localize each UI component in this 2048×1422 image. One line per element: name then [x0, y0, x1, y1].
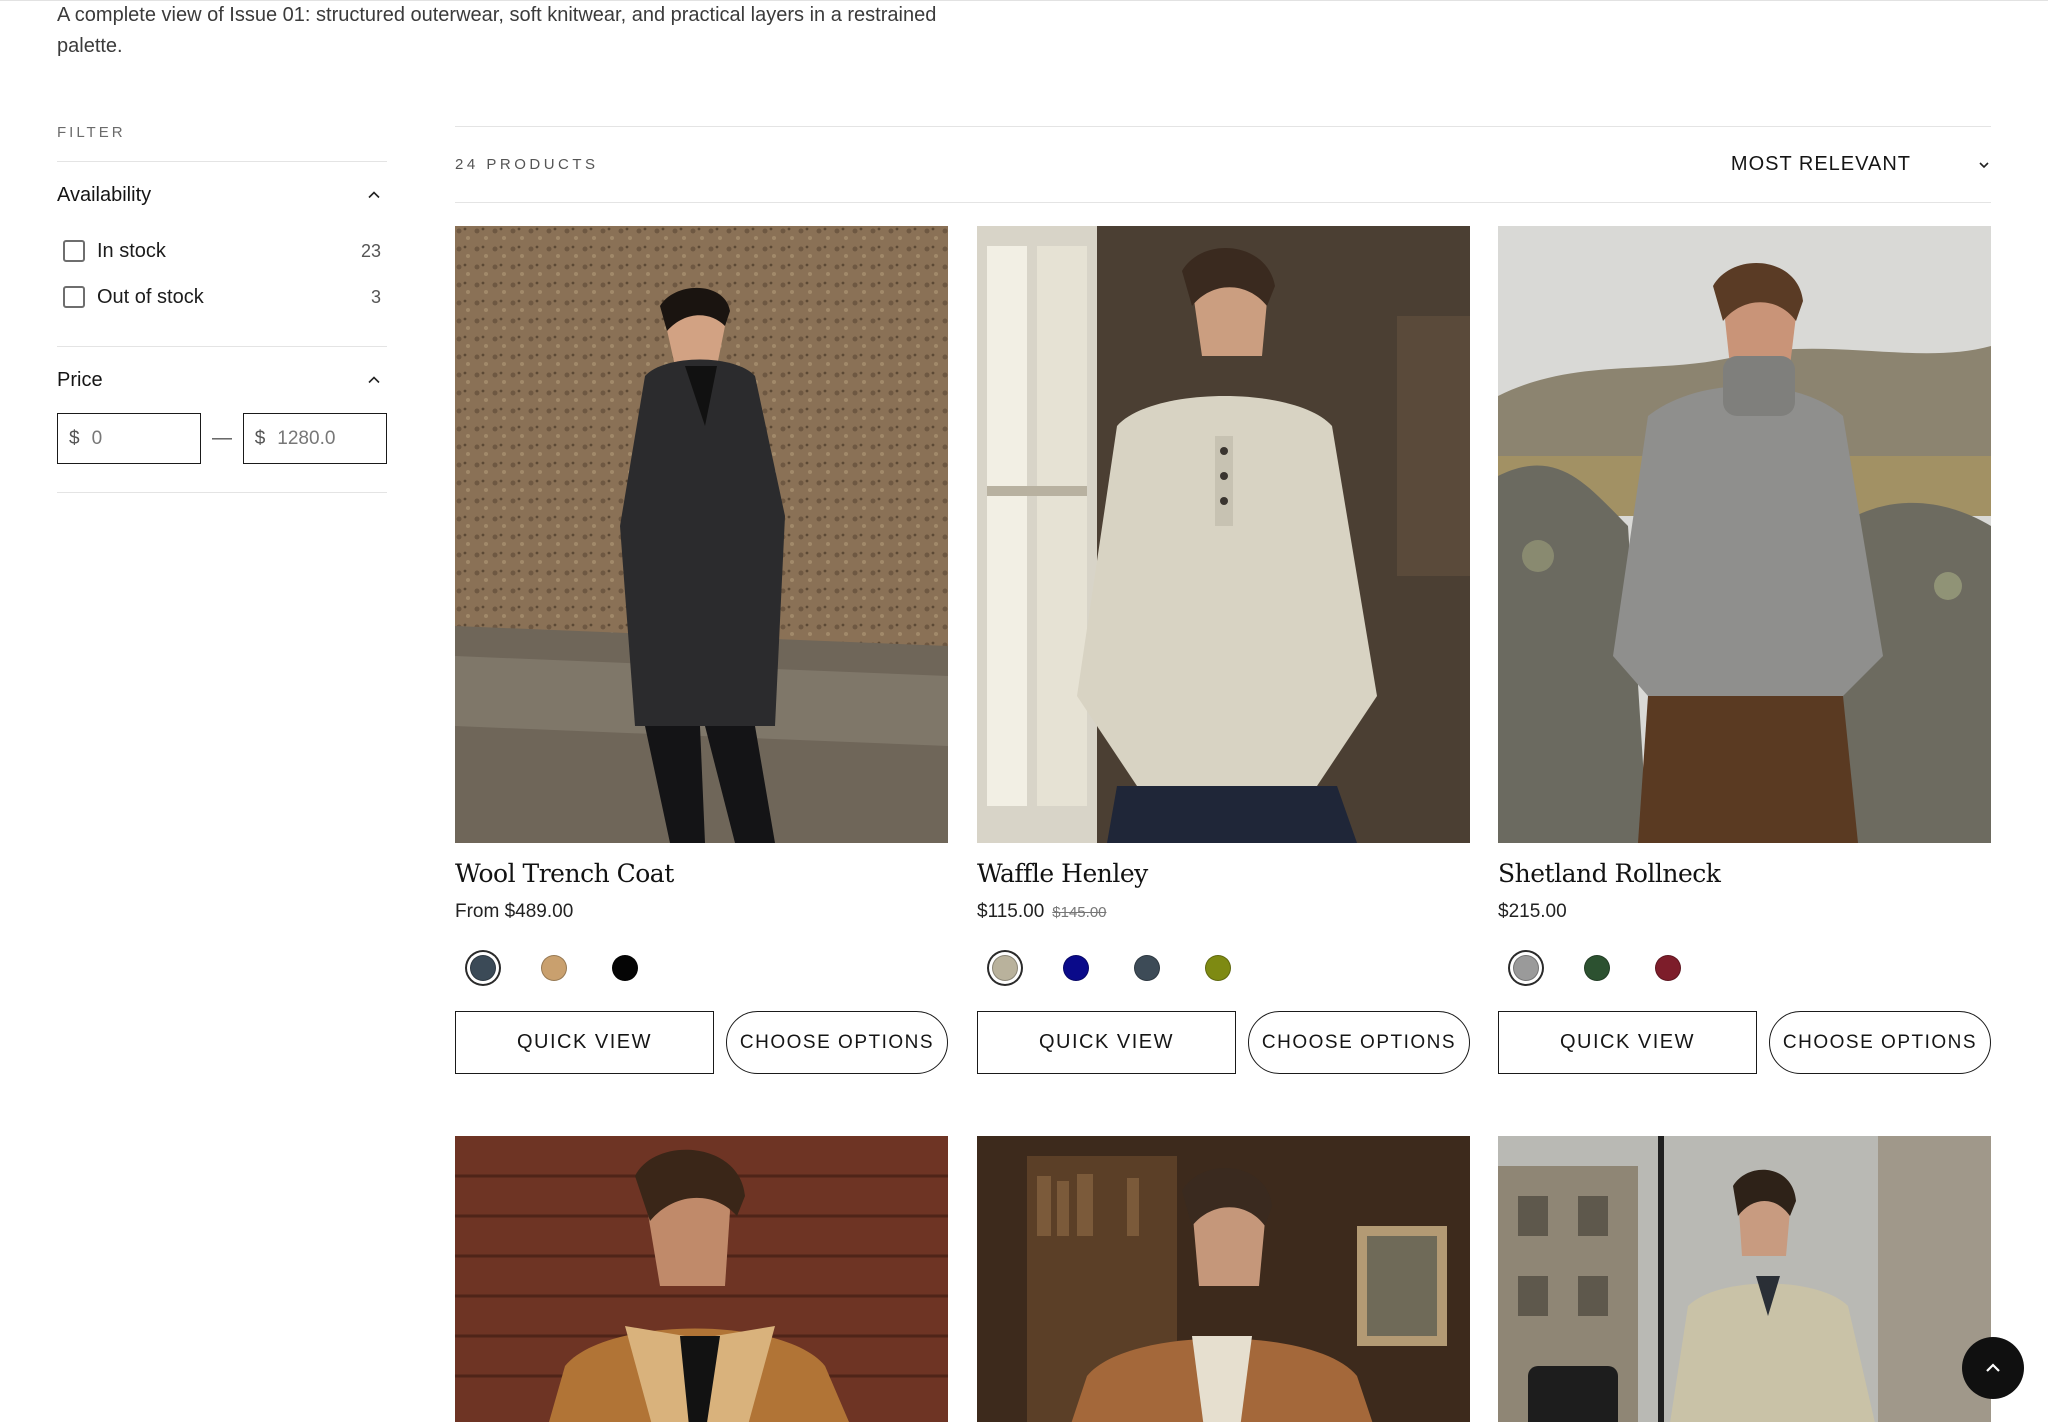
- color-swatch[interactable]: [1205, 955, 1231, 981]
- color-swatches: [977, 951, 1470, 985]
- sort-label: MOST RELEVANT: [1730, 153, 1911, 175]
- shawl-cardigan-photo: [977, 1136, 1470, 1422]
- color-swatch[interactable]: [470, 955, 496, 981]
- color-swatch[interactable]: [1584, 955, 1610, 981]
- option-count: 23: [360, 240, 381, 261]
- product-card: [455, 1136, 948, 1422]
- product-card: [977, 1136, 1470, 1422]
- shearling-jacket-photo: [455, 1136, 948, 1422]
- currency-symbol: $: [69, 427, 80, 449]
- price-max-field[interactable]: $ 1280.0: [242, 413, 387, 464]
- scroll-to-top-button[interactable]: [1962, 1337, 2024, 1399]
- availability-facet: Availability In stock 23 Out of stock 3: [57, 162, 387, 347]
- choose-options-button[interactable]: CHOOSE OPTIONS: [1769, 1011, 1991, 1074]
- product-image[interactable]: [1498, 1136, 1991, 1422]
- filter-sidebar: FILTER Availability In stock 23 Out of s…: [57, 124, 387, 493]
- product-count: 24 PRODUCTS: [455, 156, 599, 173]
- product-title[interactable]: Wool Trench Coat: [455, 859, 948, 893]
- product-image[interactable]: [977, 226, 1470, 843]
- product-title[interactable]: Shetland Rollneck: [1498, 859, 1991, 893]
- price-value: $115.00: [977, 901, 1045, 922]
- product-image[interactable]: [1498, 226, 1991, 843]
- color-swatch[interactable]: [1134, 955, 1160, 981]
- in-stock-checkbox[interactable]: [63, 240, 85, 262]
- price-min-placeholder: 0: [91, 427, 103, 449]
- product-image[interactable]: [977, 1136, 1470, 1422]
- card-actions: QUICK VIEW CHOOSE OPTIONS: [1498, 1011, 1991, 1074]
- product-card: [1498, 1136, 1991, 1422]
- quick-view-button[interactable]: QUICK VIEW: [455, 1011, 714, 1074]
- choose-options-button[interactable]: CHOOSE OPTIONS: [726, 1011, 948, 1074]
- filter-option-out-of-stock[interactable]: Out of stock 3: [57, 274, 387, 320]
- product-image[interactable]: [455, 1136, 948, 1422]
- chevron-up-icon: [1986, 1363, 2000, 1372]
- price-toggle[interactable]: Price: [57, 347, 387, 413]
- card-actions: QUICK VIEW CHOOSE OPTIONS: [455, 1011, 948, 1074]
- rollneck-photo: [1498, 226, 1991, 843]
- color-swatches: [1498, 951, 1991, 985]
- card-actions: QUICK VIEW CHOOSE OPTIONS: [977, 1011, 1470, 1074]
- compare-at-price: $145.00: [1052, 904, 1107, 921]
- choose-options-button[interactable]: CHOOSE OPTIONS: [1248, 1011, 1470, 1074]
- product-image[interactable]: [455, 226, 948, 843]
- color-swatch[interactable]: [1513, 955, 1539, 981]
- color-swatch[interactable]: [1655, 955, 1681, 981]
- price-label: Price: [57, 368, 103, 391]
- color-swatch[interactable]: [1063, 955, 1089, 981]
- henley-photo: [977, 226, 1470, 843]
- quick-view-button[interactable]: QUICK VIEW: [1498, 1011, 1757, 1074]
- price-value: $215.00: [1498, 901, 1567, 922]
- range-separator: —: [211, 427, 232, 449]
- product-card: Waffle Henley $115.00 $145.00 QUICK VIEW …: [977, 226, 1470, 1074]
- chevron-up-icon: [361, 182, 387, 208]
- product-price: $215.00: [1498, 901, 1991, 929]
- product-title[interactable]: Waffle Henley: [977, 859, 1470, 893]
- availability-label: Availability: [57, 183, 152, 206]
- availability-toggle[interactable]: Availability: [57, 162, 387, 228]
- color-swatch[interactable]: [541, 955, 567, 981]
- color-swatch[interactable]: [612, 955, 638, 981]
- chevron-down-icon: [1979, 161, 1989, 168]
- mac-coat-photo: [1498, 1136, 1991, 1422]
- filter-option-in-stock[interactable]: In stock 23: [57, 228, 387, 274]
- collection-page: A complete view of Issue 01: structured …: [0, 0, 2048, 1422]
- product-card: Shetland Rollneck $215.00 QUICK VIEW CHO…: [1498, 226, 1991, 1074]
- option-label: Out of stock: [97, 285, 204, 308]
- collection-description: A complete view of Issue 01: structured …: [57, 4, 937, 57]
- price-max-placeholder: 1280.0: [277, 427, 336, 449]
- product-price: $115.00 $145.00: [977, 901, 1470, 929]
- option-label: In stock: [97, 239, 166, 262]
- color-swatch[interactable]: [992, 955, 1018, 981]
- price-facet: Price $ 0 — $ 1280.0: [57, 347, 387, 493]
- out-of-stock-checkbox[interactable]: [63, 286, 85, 308]
- collection-toolbar: 24 PRODUCTS MOST RELEVANT: [455, 126, 1991, 203]
- filter-heading: FILTER: [57, 124, 387, 162]
- currency-symbol: $: [254, 427, 266, 449]
- product-card: Wool Trench Coat From $489.00 QUICK VIEW…: [455, 226, 948, 1074]
- availability-options: In stock 23 Out of stock 3: [57, 228, 387, 346]
- price-min-field[interactable]: $ 0: [57, 413, 202, 464]
- quick-view-button[interactable]: QUICK VIEW: [977, 1011, 1236, 1074]
- option-count: 3: [370, 286, 381, 307]
- chevron-up-icon: [361, 367, 387, 393]
- color-swatches: [455, 951, 948, 985]
- trench-coat-photo: [455, 226, 948, 843]
- price-range: $ 0 — $ 1280.0: [57, 413, 387, 492]
- price-value: From $489.00: [455, 901, 574, 922]
- sort-dropdown[interactable]: MOST RELEVANT: [1731, 153, 1991, 176]
- product-price: From $489.00: [455, 901, 948, 929]
